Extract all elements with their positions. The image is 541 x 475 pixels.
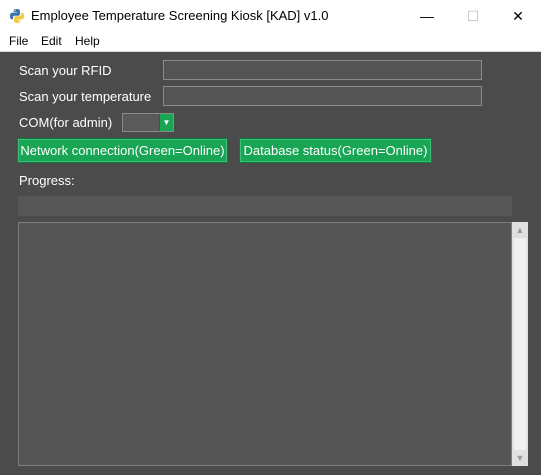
maximize-icon: ☐ — [466, 7, 480, 24]
main-content: Scan your RFID Scan your temperature COM… — [0, 52, 541, 475]
menu-help[interactable]: Help — [75, 34, 100, 48]
menu-edit[interactable]: Edit — [41, 34, 62, 48]
database-status-button[interactable]: Database status(Green=Online) — [239, 138, 432, 163]
menu-bar: File Edit Help — [0, 32, 541, 52]
close-button[interactable]: ✕ — [495, 0, 541, 32]
log-scrollbar[interactable]: ▲ ▼ — [512, 222, 528, 466]
minimize-icon: — — [420, 8, 434, 24]
temperature-input[interactable] — [163, 86, 482, 106]
progress-label: Progress: — [19, 173, 75, 188]
rfid-input[interactable] — [163, 60, 482, 80]
menu-file[interactable]: File — [9, 34, 28, 48]
minimize-button[interactable]: — — [404, 0, 450, 32]
temperature-label: Scan your temperature — [19, 89, 152, 104]
chevron-up-icon[interactable]: ▲ — [512, 223, 528, 237]
title-bar: Employee Temperature Screening Kiosk [KA… — [0, 0, 541, 32]
com-label: COM(for admin) — [19, 115, 113, 130]
maximize-button[interactable]: ☐ — [450, 0, 496, 32]
scrollbar-track[interactable] — [514, 238, 526, 450]
chevron-down-icon[interactable]: ▼ — [159, 114, 173, 131]
window-title: Employee Temperature Screening Kiosk [KA… — [31, 8, 329, 23]
com-select[interactable]: ▼ — [122, 113, 174, 132]
rfid-label: Scan your RFID — [19, 63, 112, 78]
close-icon: ✕ — [512, 7, 524, 24]
progress-bar — [18, 196, 512, 216]
network-status-button[interactable]: Network connection(Green=Online) — [17, 138, 228, 163]
chevron-down-icon[interactable]: ▼ — [512, 451, 528, 465]
python-icon — [10, 9, 24, 23]
log-textarea[interactable] — [18, 222, 512, 466]
